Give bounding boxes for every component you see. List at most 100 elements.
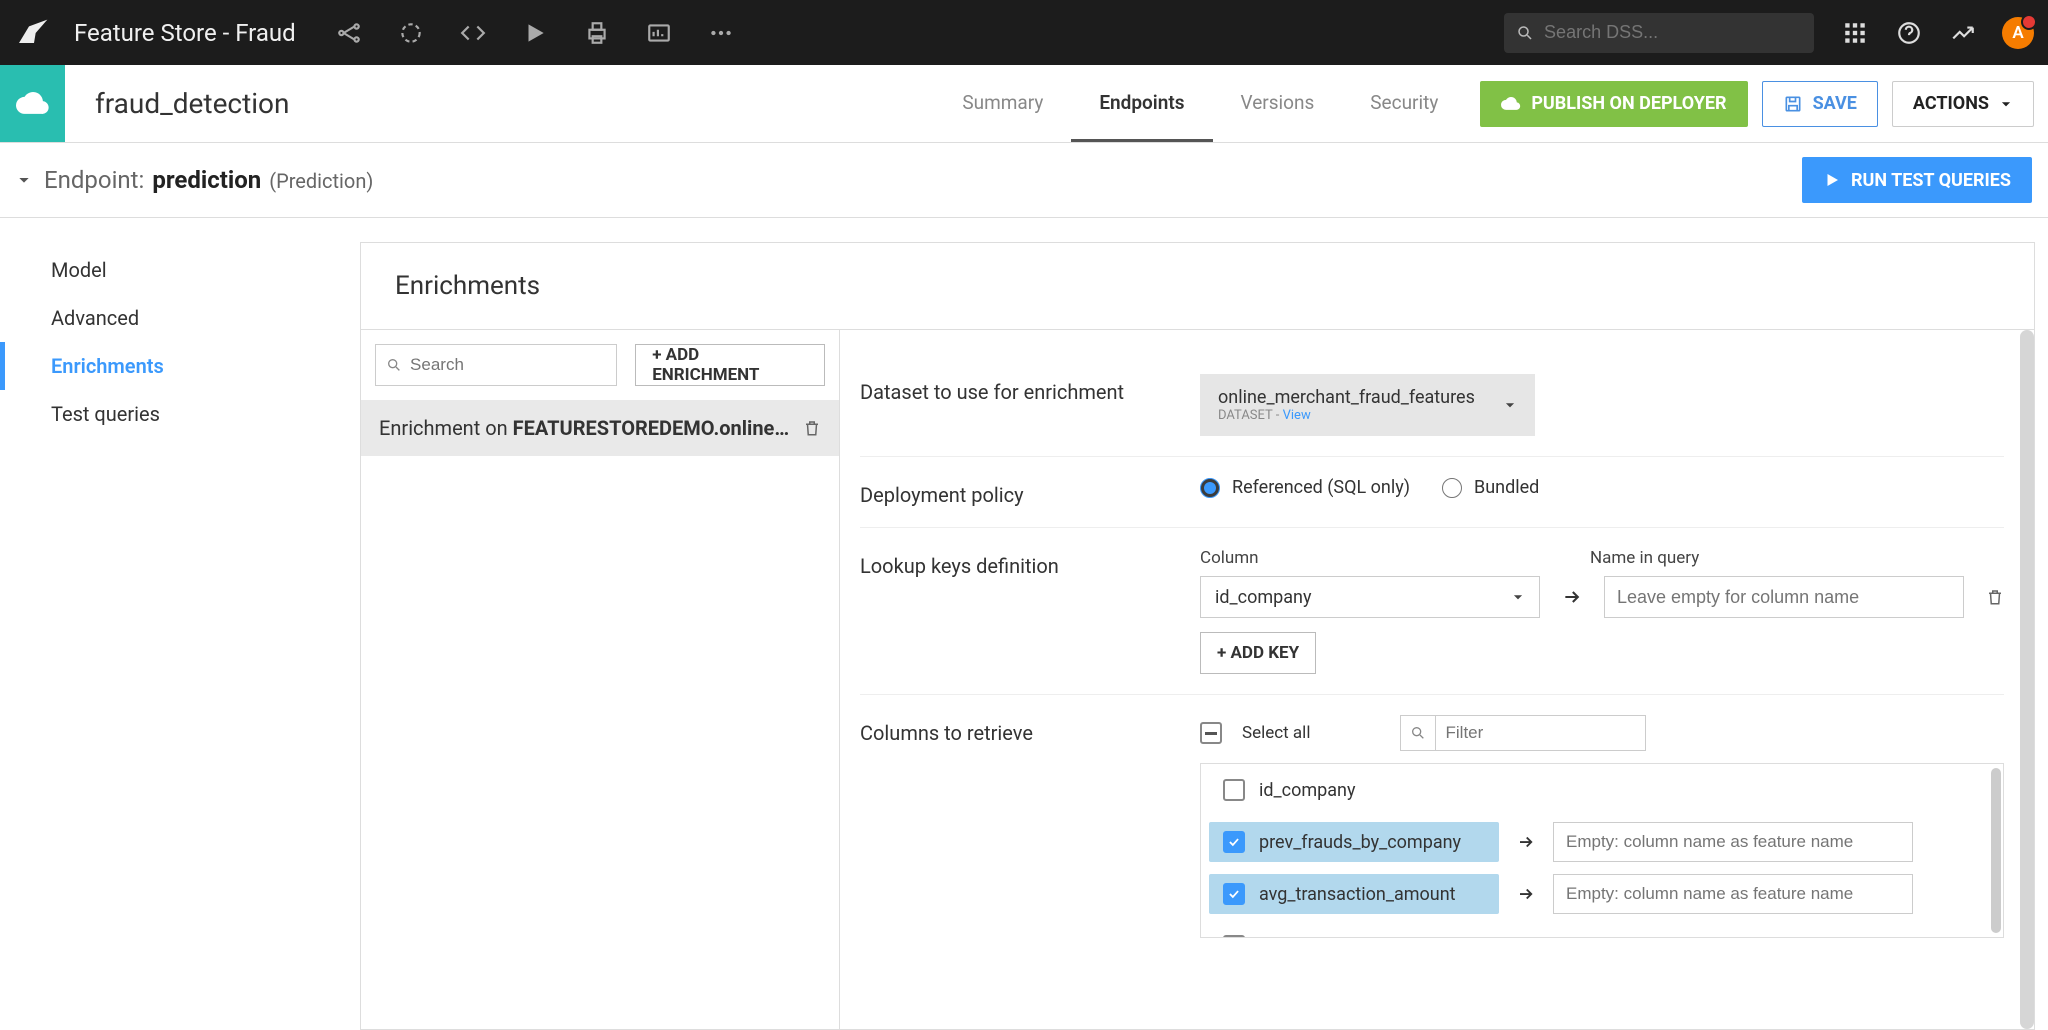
feature-name-input[interactable] — [1553, 822, 1913, 862]
delete-key-icon[interactable] — [1986, 588, 2004, 606]
columns-retrieve-label: Columns to retrieve — [860, 715, 1180, 938]
sidenav-advanced[interactable]: Advanced — [0, 294, 360, 342]
endpoint-label: Endpoint: — [44, 166, 144, 194]
caret-down-icon — [1511, 590, 1525, 604]
select-all-label: Select all — [1242, 723, 1310, 743]
dashboard-icon[interactable] — [644, 18, 674, 48]
content-area: Enrichments + ADD ENRICHMENT Enrichment … — [360, 218, 2048, 1030]
lookup-keys-label: Lookup keys definition — [860, 548, 1180, 674]
publish-button[interactable]: PUBLISH ON DEPLOYER — [1480, 81, 1747, 127]
column-row: avg_transaction_amount — [1201, 868, 2003, 920]
select-all-checkbox[interactable] — [1200, 722, 1222, 744]
project-name[interactable]: Feature Store - Fraud — [54, 19, 316, 47]
tab-endpoints[interactable]: Endpoints — [1071, 65, 1212, 142]
column-select[interactable]: id_company — [1200, 576, 1540, 618]
model-subheader: fraud_detection Summary Endpoints Versio… — [0, 65, 2048, 143]
column-name: prev_frauds_by_company — [1259, 832, 1461, 853]
run-test-queries-button[interactable]: RUN TEST QUERIES — [1802, 157, 2032, 203]
column-row: id_company — [1201, 764, 2003, 816]
play-icon[interactable] — [520, 18, 550, 48]
dataset-selector[interactable]: online_merchant_fraud_features DATASET -… — [1200, 374, 1535, 436]
column-row: prev_frauds_by_company — [1201, 816, 2003, 868]
tab-security[interactable]: Security — [1342, 65, 1466, 142]
cloud-icon — [1501, 94, 1521, 114]
column-checkbox[interactable] — [1223, 883, 1245, 905]
model-tabs: Summary Endpoints Versions Security — [934, 65, 1466, 142]
dataiku-logo-icon[interactable] — [14, 13, 54, 53]
save-label: SAVE — [1813, 93, 1857, 114]
global-search-input[interactable] — [1544, 22, 1802, 43]
actions-button[interactable]: ACTIONS — [1892, 81, 2034, 127]
disclosure-caret-icon[interactable] — [16, 172, 32, 188]
flow-icon[interactable] — [334, 18, 364, 48]
scrollbar[interactable] — [2020, 330, 2034, 1029]
caret-down-icon — [1999, 97, 2013, 111]
enrichment-form: Dataset to use for enrichment online_mer… — [840, 330, 2034, 1029]
tab-summary[interactable]: Summary — [934, 65, 1071, 142]
sidenav-model[interactable]: Model — [0, 246, 360, 294]
save-icon — [1783, 94, 1803, 114]
add-enrichment-button[interactable]: + ADD ENRICHMENT — [635, 344, 825, 386]
apps-grid-icon[interactable] — [1840, 18, 1870, 48]
top-app-bar: Feature Store - Fraud A — [0, 0, 2048, 65]
radio-bundled[interactable]: Bundled — [1442, 477, 1539, 498]
endpoint-sidenav: Model Advanced Enrichments Test queries — [0, 218, 360, 1030]
publish-label: PUBLISH ON DEPLOYER — [1531, 93, 1726, 114]
column-select-value: id_company — [1215, 587, 1311, 608]
column-checkbox[interactable] — [1223, 779, 1245, 801]
arrow-right-icon — [1517, 885, 1535, 903]
enrichment-list-item[interactable]: Enrichment on FEATURESTOREDEMO.online… — [361, 400, 839, 456]
endpoint-name: prediction — [152, 166, 261, 194]
play-icon — [1823, 171, 1841, 189]
save-button[interactable]: SAVE — [1762, 81, 1878, 127]
radio-bundled-label: Bundled — [1474, 477, 1539, 498]
feature-name-input[interactable] — [1553, 874, 1913, 914]
endpoint-type: (Prediction) — [269, 169, 373, 193]
enrichment-search[interactable] — [375, 344, 617, 386]
dataset-sublabel: DATASET — [1218, 408, 1273, 423]
circle-dashed-icon[interactable] — [396, 18, 426, 48]
column-chip[interactable]: prev_frauds_by_company — [1209, 822, 1499, 862]
enrichment-item-name: FEATURESTOREDEMO.online… — [513, 416, 790, 440]
run-test-label: RUN TEST QUERIES — [1851, 170, 2011, 191]
dataset-name: online_merchant_fraud_features — [1218, 387, 1475, 408]
api-service-icon[interactable] — [0, 65, 65, 142]
name-in-query-header: Name in query — [1590, 548, 1699, 568]
column-chip[interactable]: avg_transaction_amount — [1209, 874, 1499, 914]
sidenav-enrichments[interactable]: Enrichments — [0, 342, 360, 390]
global-search[interactable] — [1504, 13, 1814, 53]
enrichment-item-prefix: Enrichment on — [379, 416, 513, 440]
column-chip[interactable]: id_company — [1209, 770, 1499, 810]
column-header: Column — [1200, 548, 1540, 568]
column-filter-input[interactable] — [1436, 723, 1646, 743]
topbar-right-icons: A — [1814, 17, 2034, 49]
user-avatar[interactable]: A — [2002, 17, 2034, 49]
dataset-label: Dataset to use for enrichment — [860, 374, 1180, 436]
search-icon — [1516, 23, 1534, 43]
activity-icon[interactable] — [1948, 18, 1978, 48]
dataset-view-link[interactable]: View — [1283, 408, 1311, 423]
model-name: fraud_detection — [65, 65, 934, 142]
code-icon[interactable] — [458, 18, 488, 48]
column-checkbox[interactable] — [1223, 935, 1245, 938]
help-icon[interactable] — [1894, 18, 1924, 48]
columns-list: id_company prev_frauds_by_company — [1200, 763, 2004, 938]
caret-down-icon — [1503, 398, 1517, 412]
column-checkbox[interactable] — [1223, 831, 1245, 853]
enrichment-search-input[interactable] — [410, 355, 606, 375]
radio-referenced-label: Referenced (SQL only) — [1232, 477, 1410, 498]
column-chip[interactable]: build_date — [1209, 926, 1499, 938]
main-area: Model Advanced Enrichments Test queries … — [0, 218, 2048, 1030]
name-in-query-input[interactable] — [1604, 576, 1964, 618]
print-icon[interactable] — [582, 18, 612, 48]
more-icon[interactable] — [706, 18, 736, 48]
tab-versions[interactable]: Versions — [1213, 65, 1343, 142]
column-row: build_date — [1201, 920, 2003, 938]
panel-title: Enrichments — [361, 243, 2034, 329]
radio-referenced[interactable]: Referenced (SQL only) — [1200, 477, 1410, 498]
add-key-button[interactable]: + ADD KEY — [1200, 632, 1316, 674]
enrichments-panel: Enrichments + ADD ENRICHMENT Enrichment … — [360, 242, 2035, 1030]
column-filter[interactable] — [1400, 715, 1646, 751]
sidenav-test-queries[interactable]: Test queries — [0, 390, 360, 438]
delete-enrichment-icon[interactable] — [803, 419, 821, 437]
